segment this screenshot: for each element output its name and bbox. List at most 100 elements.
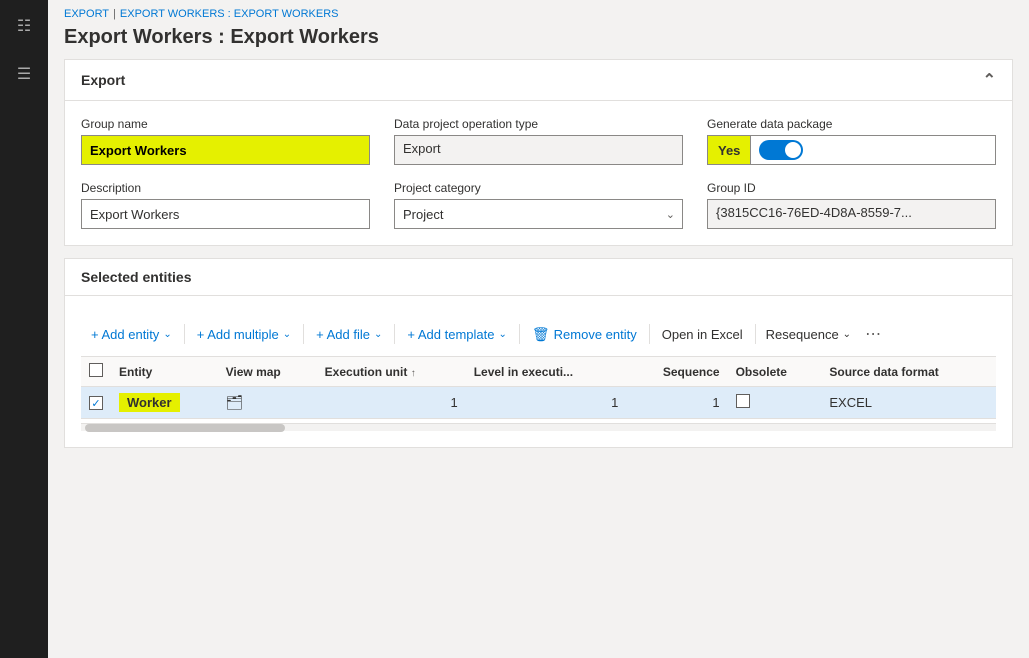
scrollbar-thumb[interactable] (85, 424, 285, 432)
data-project-op-field: Data project operation type Export (394, 117, 683, 165)
group-id-field: Group ID {3815CC16-76ED-4D8A-8559-7... (707, 181, 996, 229)
entities-toolbar: + Add entity ⌄ + Add multiple ⌄ + Add fi… (81, 312, 996, 357)
table-row[interactable]: Worker 🗂 1 1 1 (81, 387, 996, 419)
group-id-label: Group ID (707, 181, 996, 195)
view-map-icon[interactable]: 🗂 (226, 394, 244, 410)
description-field: Description (81, 181, 370, 229)
add-template-button[interactable]: + Add template ⌄ (397, 323, 516, 346)
level-in-execution-cell: 1 (466, 387, 627, 419)
obsolete-cell (728, 387, 822, 419)
toolbar-sep-5 (649, 324, 650, 344)
col-execution-unit: Execution unit ↑ (317, 357, 466, 387)
add-multiple-button[interactable]: + Add multiple ⌄ (187, 323, 301, 346)
description-input[interactable] (81, 199, 370, 229)
generate-pkg-yes-label: Yes (708, 136, 751, 164)
breadcrumb-separator: | (113, 8, 116, 20)
sidebar: ☷ ☰ (0, 0, 48, 658)
row-checkbox[interactable] (89, 396, 103, 410)
add-multiple-chevron-icon: ⌄ (283, 329, 291, 340)
entity-name-highlight: Worker (119, 393, 180, 412)
collapse-export-icon[interactable]: ⌃ (983, 70, 996, 90)
row-checkbox-cell (81, 387, 111, 419)
remove-entity-label: Remove entity (554, 327, 637, 342)
selected-entities-header: Selected entities (65, 259, 1012, 296)
export-card: Export ⌃ Group name Data project operati… (64, 59, 1013, 246)
add-template-chevron-icon: ⌄ (498, 329, 506, 340)
add-entity-label: + Add entity (91, 327, 159, 342)
description-label: Description (81, 181, 370, 195)
menu-icon[interactable]: ☰ (11, 58, 37, 90)
data-project-op-label: Data project operation type (394, 117, 683, 131)
export-form-grid: Group name Data project operation type E… (81, 117, 996, 229)
generate-data-pkg-label: Generate data package (707, 117, 996, 131)
project-category-label: Project category (394, 181, 683, 195)
selected-entities-title: Selected entities (81, 269, 192, 285)
entities-table: Entity View map Execution unit ↑ Level i… (81, 357, 996, 419)
content-area: Export ⌃ Group name Data project operati… (48, 59, 1029, 658)
generate-data-pkg-field: Generate data package Yes (707, 117, 996, 165)
col-entity: Entity (111, 357, 218, 387)
data-project-op-value: Export (394, 135, 683, 165)
sequence-cell: 1 (626, 387, 727, 419)
more-options-button[interactable]: ⋯ (859, 320, 887, 348)
col-view-map: View map (218, 357, 317, 387)
resequence-chevron-icon: ⌄ (843, 329, 851, 340)
resequence-label: Resequence (766, 327, 839, 342)
toolbar-sep-4 (519, 324, 520, 344)
col-source-data-format: Source data format (821, 357, 996, 387)
generate-pkg-toggle[interactable] (759, 140, 803, 160)
main-content: EXPORT | EXPORT WORKERS : EXPORT WORKERS… (48, 0, 1029, 658)
horizontal-scrollbar[interactable] (81, 423, 996, 431)
table-header-row: Entity View map Execution unit ↑ Level i… (81, 357, 996, 387)
breadcrumb: EXPORT | EXPORT WORKERS : EXPORT WORKERS (48, 0, 1029, 24)
col-level-in-execution: Level in executi... (466, 357, 627, 387)
entity-name-cell: Worker (111, 387, 218, 419)
toolbar-sep-6 (755, 324, 756, 344)
resequence-button[interactable]: Resequence ⌄ (758, 323, 859, 346)
generate-data-pkg-control: Yes (707, 135, 996, 165)
sort-asc-icon: ↑ (411, 368, 416, 379)
open-excel-label: Open in Excel (662, 327, 743, 342)
add-file-button[interactable]: + Add file ⌄ (306, 323, 392, 346)
execution-unit-cell: 1 (317, 387, 466, 419)
select-all-checkbox[interactable] (89, 363, 103, 377)
page-title: Export Workers : Export Workers (48, 24, 1029, 59)
filter-icon[interactable]: ☷ (11, 10, 37, 42)
col-obsolete: Obsolete (728, 357, 822, 387)
col-checkbox (81, 357, 111, 387)
export-card-header: Export ⌃ (65, 60, 1012, 101)
toolbar-sep-1 (184, 324, 185, 344)
export-card-title: Export (81, 72, 125, 88)
add-entity-button[interactable]: + Add entity ⌄ (81, 323, 182, 346)
toolbar-sep-3 (394, 324, 395, 344)
add-multiple-label: + Add multiple (197, 327, 279, 342)
project-category-select[interactable]: Project Integration Migration (394, 199, 683, 229)
remove-entity-icon: 🗑 (532, 326, 550, 343)
add-entity-chevron-icon: ⌄ (163, 329, 171, 340)
col-sequence: Sequence (626, 357, 727, 387)
export-card-body: Group name Data project operation type E… (65, 101, 1012, 245)
source-data-format-cell: EXCEL (821, 387, 996, 419)
breadcrumb-export[interactable]: EXPORT (64, 8, 109, 20)
toolbar-sep-2 (303, 324, 304, 344)
group-name-label: Group name (81, 117, 370, 131)
toggle-knob (785, 142, 801, 158)
group-name-input[interactable] (81, 135, 370, 165)
table-header: Entity View map Execution unit ↑ Level i… (81, 357, 996, 387)
selected-entities-body: + Add entity ⌄ + Add multiple ⌄ + Add fi… (65, 296, 1012, 447)
table-body: Worker 🗂 1 1 1 (81, 387, 996, 419)
breadcrumb-export-workers[interactable]: EXPORT WORKERS : EXPORT WORKERS (120, 8, 339, 20)
project-category-select-wrap: Project Integration Migration ⌄ (394, 199, 683, 229)
open-in-excel-button[interactable]: Open in Excel (652, 323, 753, 346)
view-map-cell: 🗂 (218, 387, 317, 419)
remove-entity-button[interactable]: 🗑 Remove entity (522, 322, 647, 347)
add-template-label: + Add template (407, 327, 494, 342)
entities-table-scroll: Entity View map Execution unit ↑ Level i… (81, 357, 996, 419)
group-name-field: Group name (81, 117, 370, 165)
add-file-chevron-icon: ⌄ (374, 329, 382, 340)
obsolete-checkbox[interactable] (736, 394, 750, 408)
selected-entities-card: Selected entities + Add entity ⌄ + Add m… (64, 258, 1013, 448)
group-id-value: {3815CC16-76ED-4D8A-8559-7... (707, 199, 996, 229)
project-category-field: Project category Project Integration Mig… (394, 181, 683, 229)
add-file-label: + Add file (316, 327, 370, 342)
